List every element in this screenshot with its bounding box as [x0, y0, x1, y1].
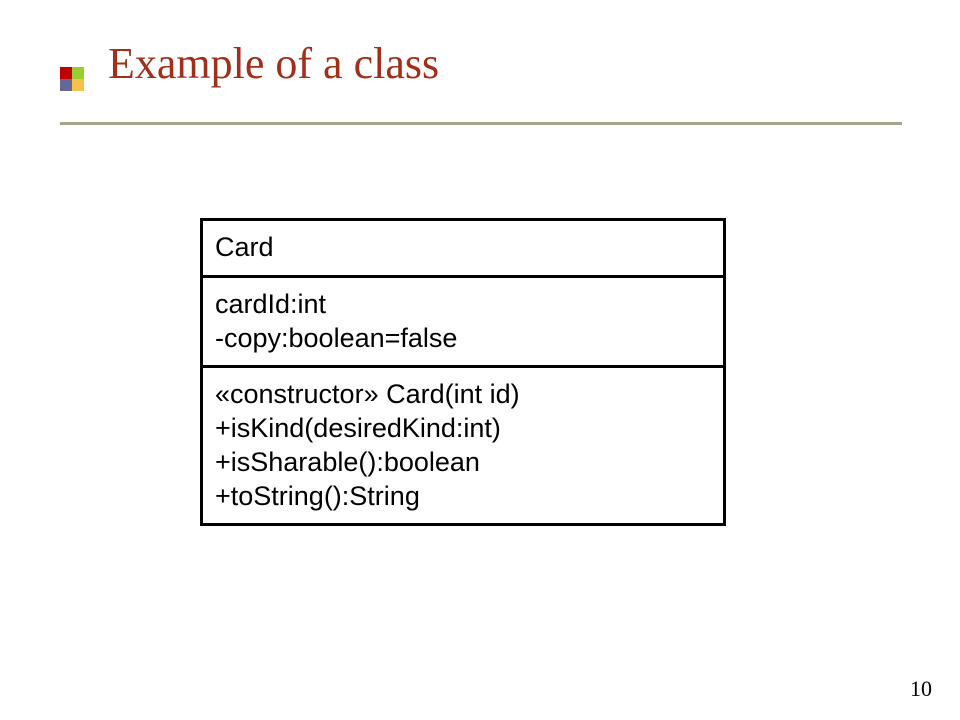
uml-operations-compartment: «constructor» Card(int id) +isKind(desir… [203, 365, 723, 523]
slide-title: Example of a class [108, 38, 439, 89]
uml-operation: «constructor» Card(int id) [215, 378, 711, 412]
uml-class-name-compartment: Card [203, 221, 723, 275]
slide-bullet-icon [60, 67, 84, 91]
uml-class-box: Card cardId:int -copy:boolean=false «con… [200, 218, 726, 526]
uml-operation: +toString():String [215, 480, 711, 514]
uml-operation: +isSharable():boolean [215, 446, 711, 480]
title-underline [60, 122, 902, 125]
uml-attribute: -copy:boolean=false [215, 322, 711, 356]
page-number: 10 [910, 676, 932, 702]
uml-attribute: cardId:int [215, 288, 711, 322]
uml-attributes-compartment: cardId:int -copy:boolean=false [203, 275, 723, 366]
uml-class-name: Card [215, 231, 711, 265]
uml-operation: +isKind(desiredKind:int) [215, 412, 711, 446]
